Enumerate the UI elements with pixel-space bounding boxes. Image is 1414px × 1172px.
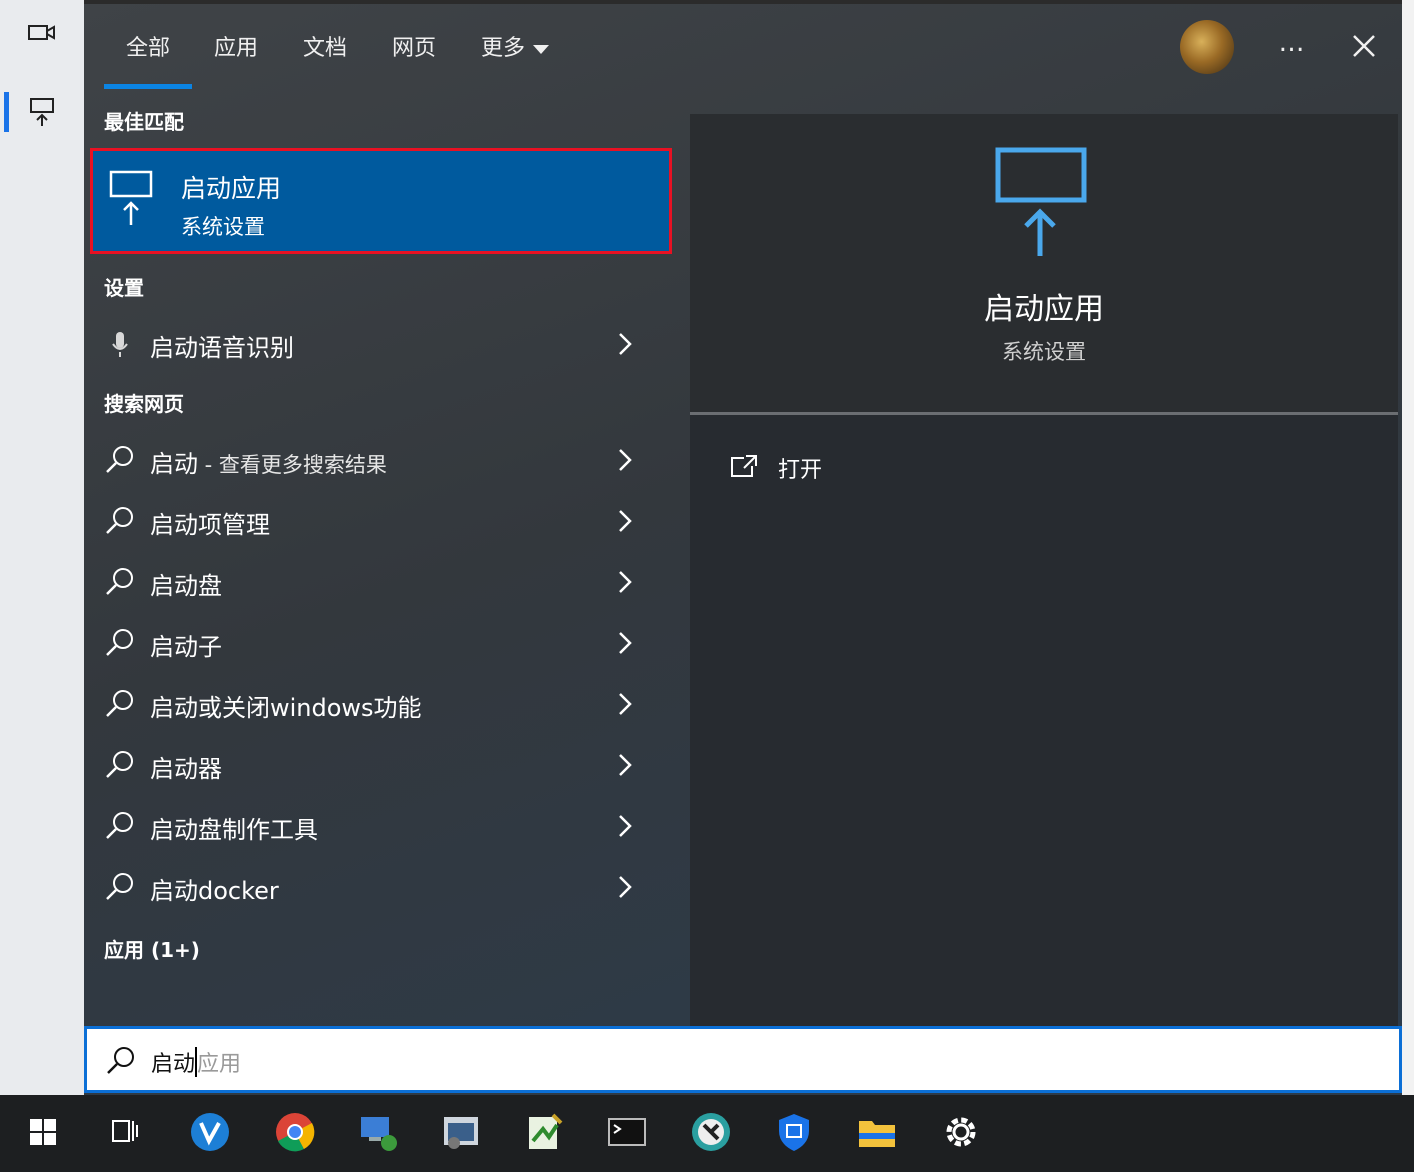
notepad-icon[interactable] <box>521 1109 567 1155</box>
web-item[interactable]: 启动盘制作工具 <box>84 798 668 856</box>
chevron-right-icon <box>619 815 632 837</box>
file-explorer-icon[interactable] <box>854 1109 900 1155</box>
network-icon[interactable] <box>355 1109 401 1155</box>
web-item[interactable]: 启动 - 查看更多搜索结果 <box>84 432 668 490</box>
web-item[interactable]: 启动子 <box>84 615 668 673</box>
web-item[interactable]: 启动项管理 <box>84 493 668 551</box>
windows-start-icon[interactable] <box>20 1109 66 1155</box>
chevron-right-icon <box>619 449 632 471</box>
search-query[interactable]: 启动应用 <box>151 1046 241 1078</box>
chevron-right-icon <box>619 510 632 532</box>
list-item-label: 启动项管理 <box>150 511 270 539</box>
settings-item-speech-recognition[interactable]: 启动语音识别 <box>84 316 668 374</box>
search-input[interactable]: 启动应用 <box>84 1026 1402 1093</box>
best-match-subtitle: 系统设置 <box>181 215 265 239</box>
web-item[interactable]: 启动或关闭windows功能 <box>84 676 668 734</box>
side-rail <box>0 0 84 1095</box>
tab-apps[interactable]: 应用 <box>214 30 258 62</box>
section-settings: 设置 <box>104 276 144 300</box>
remote-desktop-icon[interactable] <box>438 1109 484 1155</box>
tab-web[interactable]: 网页 <box>392 30 436 62</box>
search-autocomplete: 应用 <box>197 1052 242 1077</box>
chevron-right-icon <box>619 632 632 654</box>
chevron-down-icon <box>533 44 550 54</box>
list-item-label: 启动器 <box>150 755 222 783</box>
active-tab-indicator <box>104 84 192 89</box>
game-icon[interactable] <box>688 1109 734 1155</box>
tab-all[interactable]: 全部 <box>126 30 170 62</box>
detail-header: 启动应用 系统设置 <box>690 114 1398 412</box>
list-item-label: 启动盘制作工具 <box>150 816 318 844</box>
search-icon <box>106 812 133 839</box>
startup-apps-rail-icon[interactable] <box>24 94 60 130</box>
chevron-right-icon <box>619 754 632 776</box>
vmware-icon[interactable] <box>187 1109 233 1155</box>
best-match-result[interactable]: 启动应用 系统设置 <box>90 148 672 254</box>
close-button[interactable] <box>1346 28 1382 64</box>
search-icon <box>106 629 133 656</box>
section-search-web: 搜索网页 <box>104 392 184 416</box>
web-item[interactable]: 启动docker <box>84 859 668 917</box>
detail-pane: 启动应用 系统设置 打开 <box>690 114 1398 1027</box>
list-item-label: 启动docker <box>150 877 279 905</box>
startup-apps-icon <box>109 170 153 225</box>
tab-more[interactable]: 更多 <box>481 30 550 62</box>
search-icon <box>106 690 133 717</box>
search-icon <box>107 1047 134 1074</box>
tab-documents[interactable]: 文档 <box>303 30 347 62</box>
search-icon <box>106 873 133 900</box>
list-item-label: 启动子 <box>150 633 222 661</box>
divider <box>690 412 1398 415</box>
terminal-icon[interactable] <box>604 1109 650 1155</box>
best-match-title: 启动应用 <box>181 174 282 203</box>
more-options-button[interactable]: … <box>1274 28 1310 64</box>
chevron-right-icon <box>619 571 632 593</box>
rail-active-indicator <box>4 92 9 132</box>
open-label: 打开 <box>778 458 823 483</box>
results-list: 最佳匹配 启动应用 系统设置 设置 启动语音识别 搜索网页 启动 - 查看更多搜… <box>84 92 672 1027</box>
search-icon <box>106 507 133 534</box>
open-external-icon <box>731 455 757 477</box>
detail-title: 启动应用 <box>984 292 1104 327</box>
search-icon <box>106 446 133 473</box>
list-item-label: 启动或关闭windows功能 <box>150 694 422 722</box>
microphone-icon <box>112 332 128 357</box>
list-item-label: 启动盘 <box>150 572 222 600</box>
list-item-label: 启动 - 查看更多搜索结果 <box>150 450 387 478</box>
avatar[interactable] <box>1180 20 1234 74</box>
search-icon <box>106 568 133 595</box>
security-shield-icon[interactable] <box>771 1109 817 1155</box>
close-icon <box>1353 35 1375 57</box>
settings-gear-icon[interactable] <box>938 1109 984 1155</box>
video-camera-icon[interactable] <box>24 14 60 50</box>
section-apps[interactable]: 应用 (1+) <box>104 934 200 963</box>
chrome-icon[interactable] <box>272 1109 318 1155</box>
search-panel: 全部 应用 文档 网页 更多 … 最佳匹配 启动应用 系统设置 设置 启动语音识… <box>84 4 1402 1095</box>
list-item-label: 启动语音识别 <box>150 334 294 362</box>
detail-subtitle: 系统设置 <box>1002 340 1086 364</box>
task-view-icon[interactable] <box>102 1109 148 1155</box>
filter-tab-bar: 全部 应用 文档 网页 更多 … <box>84 4 1402 92</box>
background-window-edge <box>1402 0 1414 1095</box>
taskbar <box>0 1095 1414 1172</box>
web-item[interactable]: 启动盘 <box>84 554 668 612</box>
chevron-right-icon <box>619 693 632 715</box>
chevron-right-icon <box>619 876 632 898</box>
section-best-match: 最佳匹配 <box>104 110 184 134</box>
startup-apps-icon <box>995 147 1087 256</box>
web-item[interactable]: 启动器 <box>84 737 668 795</box>
chevron-right-icon <box>619 333 632 355</box>
search-icon <box>106 751 133 778</box>
